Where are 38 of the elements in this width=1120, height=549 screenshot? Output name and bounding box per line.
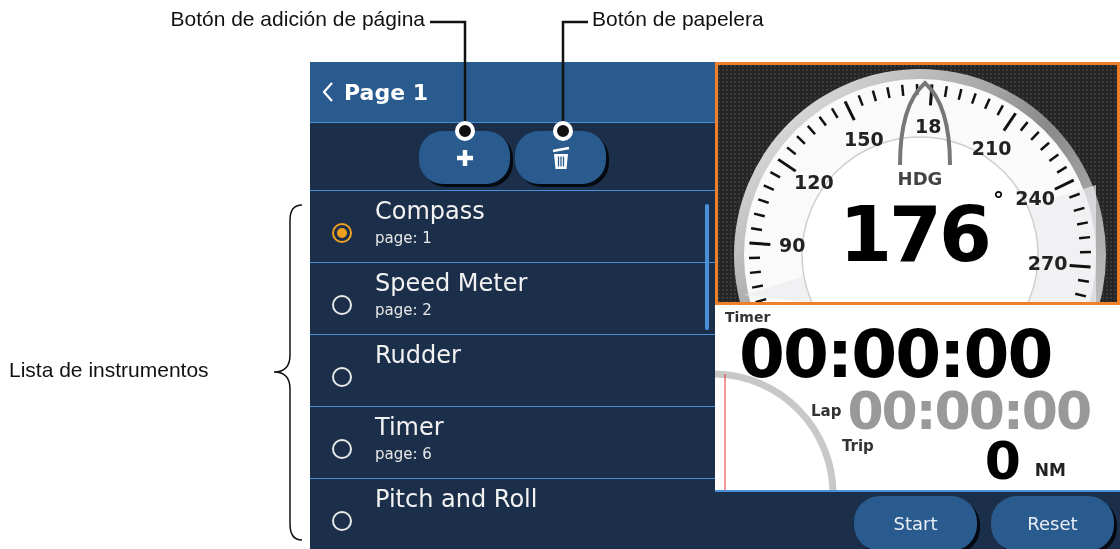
degree-unit: ° bbox=[993, 187, 1004, 212]
dial-label: 150 bbox=[844, 127, 884, 150]
instrument-page: page: 6 bbox=[375, 444, 433, 465]
instrument-name: Timer bbox=[375, 412, 444, 443]
callout-label: Lista de instrumentos bbox=[9, 358, 209, 381]
dial-label: 18 bbox=[914, 115, 942, 138]
lap-time: 00:00:00 bbox=[847, 385, 1091, 437]
trip-label: Trip bbox=[842, 437, 874, 455]
dial-label: 240 bbox=[1015, 186, 1055, 209]
dial-label: 270 bbox=[1027, 251, 1068, 274]
trash-button[interactable] bbox=[515, 131, 606, 185]
dial-label: 120 bbox=[794, 171, 834, 194]
timer-button[interactable]: Reset bbox=[991, 496, 1114, 549]
add-page-button[interactable] bbox=[419, 131, 510, 185]
timer-title: Timer bbox=[725, 309, 772, 325]
back-chevron-icon[interactable] bbox=[322, 81, 334, 104]
page-title: Page 1 bbox=[344, 79, 428, 105]
instrument-name: Compass bbox=[375, 196, 485, 227]
instrument-name: Pitch and Roll bbox=[375, 484, 538, 515]
instrument-page: page: 1 bbox=[375, 228, 433, 249]
plus-icon bbox=[454, 147, 475, 168]
timer-value: 00:00:00 bbox=[739, 325, 1052, 385]
lap-label: Lap bbox=[811, 402, 842, 420]
trash-icon bbox=[550, 145, 571, 170]
heading-value: 176 bbox=[839, 190, 989, 279]
trip-unit: NM bbox=[1034, 460, 1066, 480]
radio-button[interactable] bbox=[332, 222, 352, 243]
timer-button[interactable]: Start bbox=[854, 496, 977, 549]
heading-label: HDG bbox=[897, 168, 943, 189]
trip-value: 0 bbox=[984, 437, 1021, 485]
dial-label: 210 bbox=[971, 136, 1012, 159]
instrument-name: Speed Meter bbox=[375, 268, 528, 299]
callout-label: Botón de adición de página bbox=[170, 7, 425, 31]
instrument-page: page: 2 bbox=[375, 300, 433, 321]
scrollbar[interactable] bbox=[705, 204, 709, 330]
callout-label: Botón de papelera bbox=[592, 7, 764, 31]
instrument-name: Rudder bbox=[375, 340, 461, 371]
dial-label: 90 bbox=[779, 234, 806, 257]
